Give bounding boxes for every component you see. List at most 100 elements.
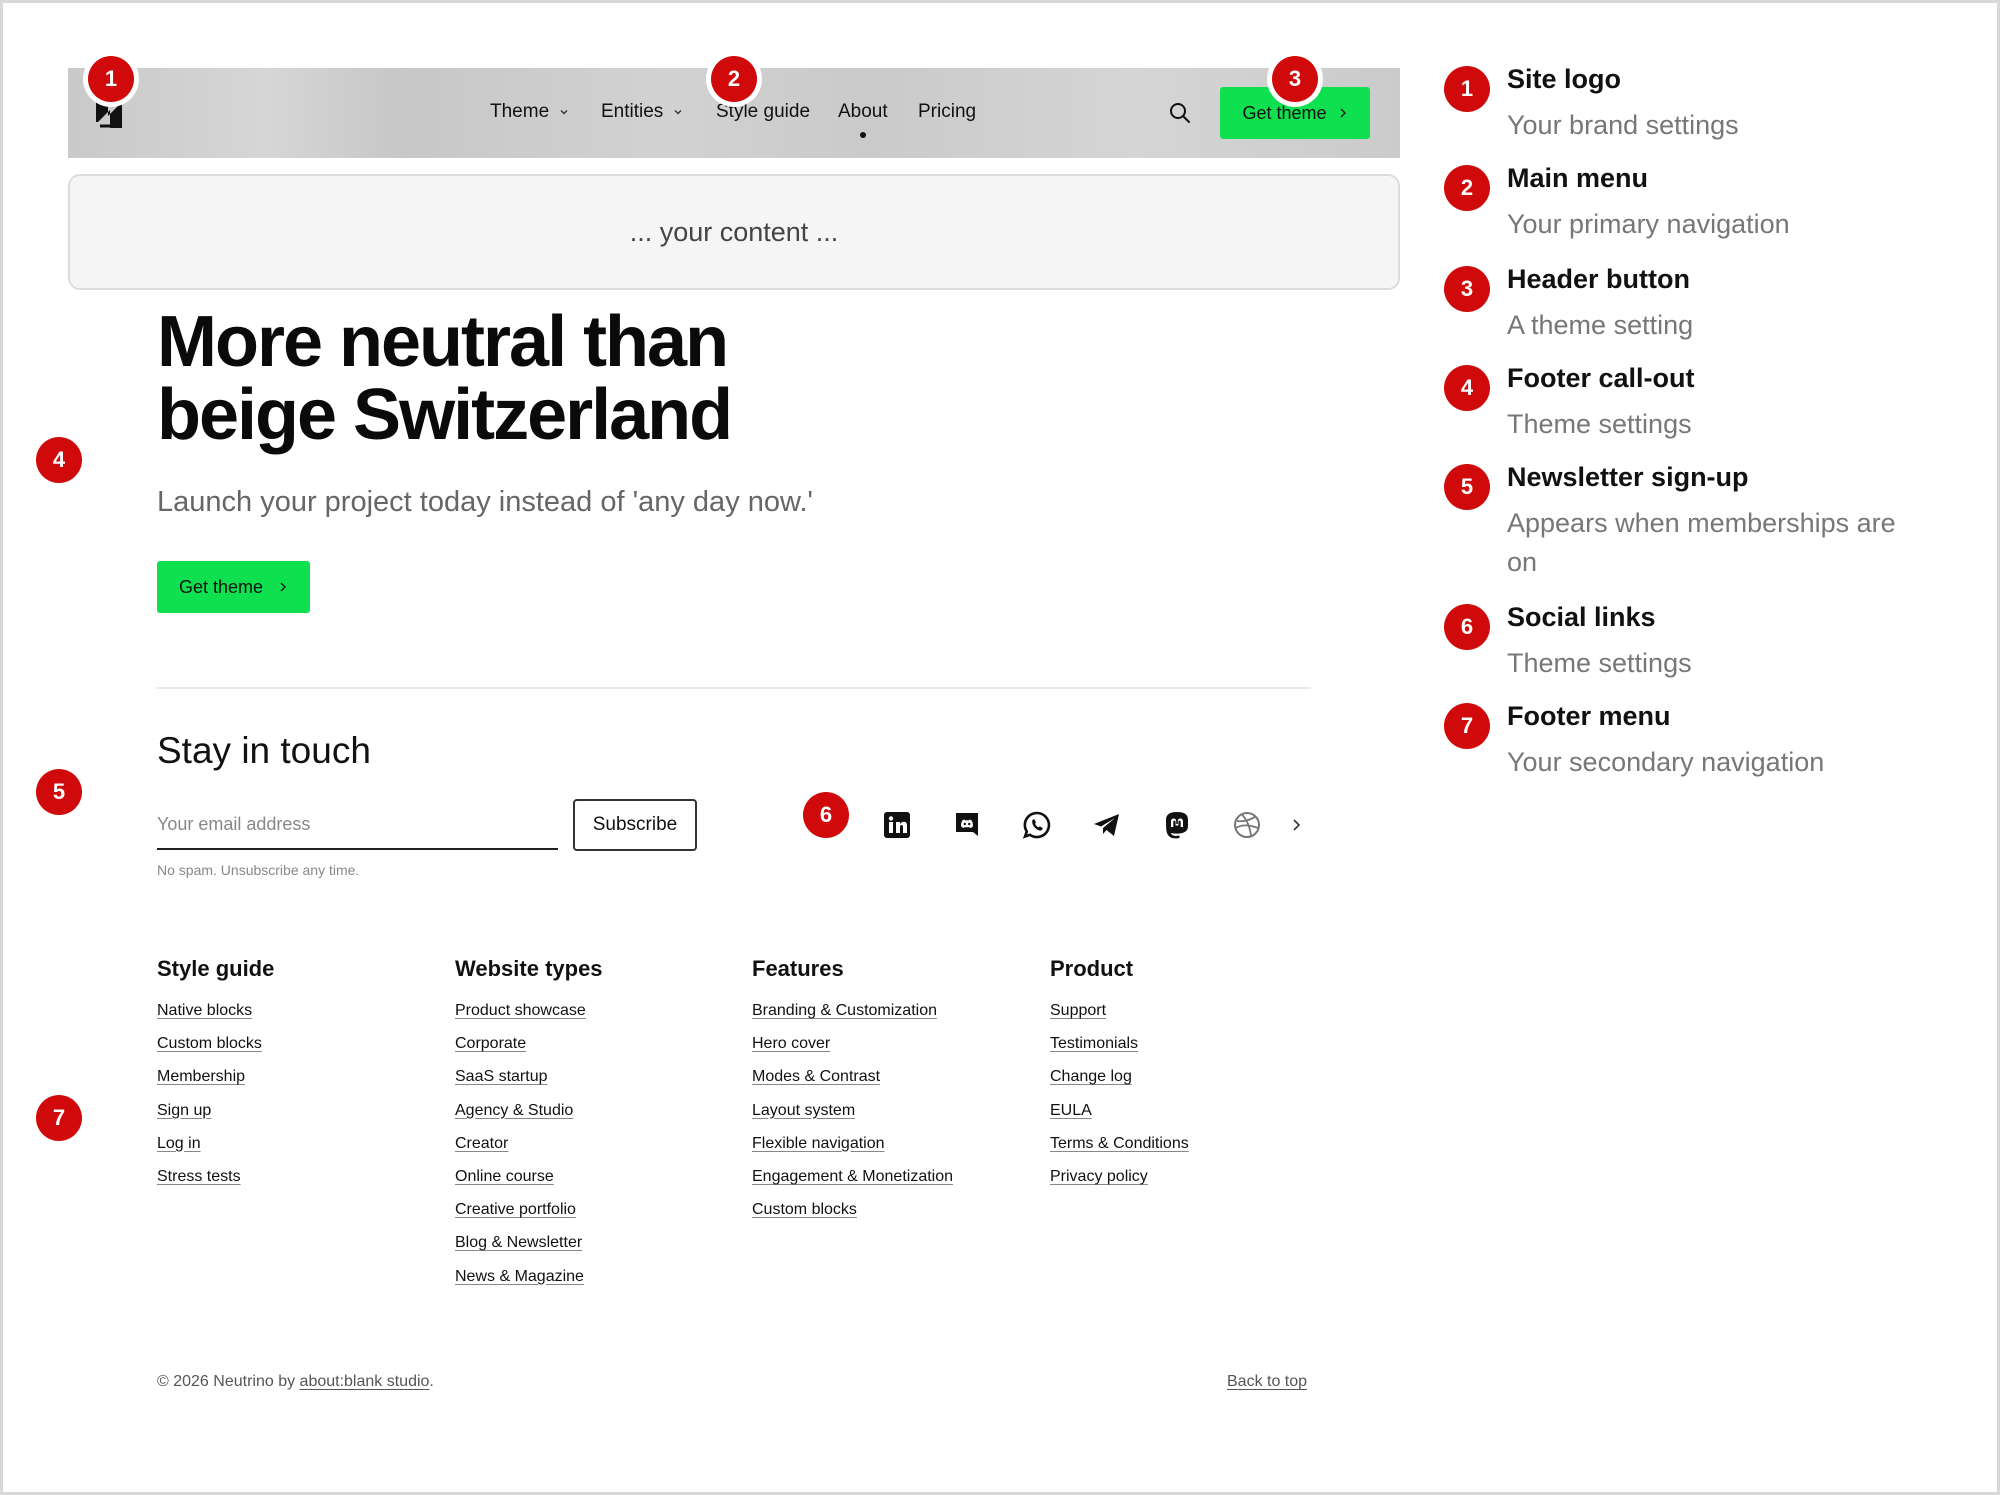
- footer-link[interactable]: News & Magazine: [455, 1260, 603, 1293]
- hero-title: More neutral than beige Switzerland: [157, 302, 733, 455]
- legend-badge: 7: [1444, 703, 1490, 749]
- nav-item-entities[interactable]: Entities: [601, 101, 683, 123]
- dribbble-icon: [1234, 812, 1260, 838]
- legend-description: Your brand settings: [1507, 110, 1739, 140]
- legend-title: Main menu: [1507, 163, 1649, 193]
- footer-link[interactable]: Privacy policy: [1050, 1160, 1189, 1193]
- footer-link[interactable]: Engagement & Monetization: [752, 1160, 953, 1193]
- footer-link[interactable]: Custom blocks: [157, 1027, 274, 1060]
- studio-link[interactable]: about:blank studio: [300, 1373, 430, 1390]
- footer-link[interactable]: Branding & Customization: [752, 994, 953, 1027]
- chevron-down-icon: [560, 110, 568, 115]
- footer-column-title: Style guide: [157, 956, 275, 981]
- footer-link[interactable]: Flexible navigation: [752, 1127, 953, 1160]
- footer-column-title: Features: [752, 956, 844, 981]
- legend-title: Header button: [1507, 264, 1691, 294]
- footer-link[interactable]: Sign up: [157, 1094, 274, 1127]
- footer-link[interactable]: Custom blocks: [752, 1193, 953, 1226]
- linkedin-link[interactable]: [881, 809, 913, 841]
- social-more-button[interactable]: [1290, 809, 1304, 841]
- linkedin-icon: [884, 812, 910, 838]
- footer-link[interactable]: Online course: [455, 1160, 603, 1193]
- legend-badge: 3: [1444, 266, 1490, 312]
- discord-icon: [956, 813, 978, 836]
- footer-link[interactable]: Native blocks: [157, 994, 274, 1027]
- annotation-badge-4: 4: [36, 437, 82, 483]
- footer-column-features: Features Branding & Customization Hero c…: [752, 956, 953, 1226]
- chevron-right-icon: [1293, 819, 1301, 831]
- annotation-badge-2: 2: [711, 56, 757, 102]
- legend-description: Theme settings: [1507, 409, 1692, 439]
- footer-link[interactable]: Hero cover: [752, 1027, 953, 1060]
- hero-subtitle: Launch your project today instead of 'an…: [157, 486, 813, 518]
- legend-badge: 2: [1444, 165, 1490, 211]
- footer-column-style-guide: Style guide Native blocks Custom blocks …: [157, 956, 274, 1193]
- mastodon-icon: [1166, 812, 1188, 839]
- footer-link[interactable]: Agency & Studio: [455, 1094, 603, 1127]
- nav-item-style-guide[interactable]: Style guide: [716, 101, 810, 123]
- newsletter-heading: Stay in touch: [157, 730, 371, 771]
- footer-link[interactable]: Terms & Conditions: [1050, 1127, 1189, 1160]
- active-nav-indicator: [860, 132, 866, 138]
- dribbble-link[interactable]: [1231, 809, 1263, 841]
- annotation-badge-6: 6: [803, 792, 849, 838]
- chevron-right-icon: [280, 582, 287, 592]
- legend-badge: 4: [1444, 365, 1490, 411]
- footer-link[interactable]: Layout system: [752, 1094, 953, 1127]
- footer-link[interactable]: Testimonials: [1050, 1027, 1189, 1060]
- footer-link[interactable]: Change log: [1050, 1060, 1189, 1093]
- nav-item-pricing[interactable]: Pricing: [918, 101, 976, 123]
- legend-description: Appears when memberships are on: [1507, 508, 1896, 577]
- nav-item-about[interactable]: About: [838, 101, 888, 123]
- footer-column-website-types: Website types Product showcase Corporate…: [455, 956, 603, 1293]
- whatsapp-icon: [1022, 811, 1051, 839]
- legend-description: Your secondary navigation: [1507, 747, 1825, 777]
- back-to-top-link[interactable]: Back to top: [1227, 1373, 1307, 1391]
- legend-description: Theme settings: [1507, 648, 1692, 678]
- footer-link[interactable]: Modes & Contrast: [752, 1060, 953, 1093]
- legend-title: Footer call-out: [1507, 363, 1695, 393]
- footer-link[interactable]: SaaS startup: [455, 1060, 603, 1093]
- legend-title: Footer menu: [1507, 701, 1671, 731]
- footer-link[interactable]: Stress tests: [157, 1160, 274, 1193]
- footer-column-title: Website types: [455, 956, 603, 981]
- nav-item-theme[interactable]: Theme: [490, 101, 569, 123]
- search-icon[interactable]: [1168, 101, 1192, 125]
- email-input[interactable]: [157, 800, 558, 850]
- subscribe-button[interactable]: Subscribe: [573, 799, 697, 851]
- footer-link[interactable]: Product showcase: [455, 994, 603, 1027]
- annotation-badge-3: 3: [1272, 56, 1318, 102]
- legend-title: Newsletter sign-up: [1507, 462, 1749, 492]
- chevron-down-icon: [674, 110, 682, 115]
- legend-badge: 1: [1444, 66, 1490, 112]
- legend-title: Social links: [1507, 602, 1656, 632]
- footer-column-product: Product Support Testimonials Change log …: [1050, 956, 1189, 1193]
- whatsapp-link[interactable]: [1021, 809, 1053, 841]
- legend-description: A theme setting: [1507, 310, 1694, 340]
- annotation-badge-1: 1: [88, 56, 134, 102]
- footer-link[interactable]: Creator: [455, 1127, 603, 1160]
- legend-badge: 5: [1444, 464, 1490, 510]
- annotation-badge-7: 7: [36, 1095, 82, 1141]
- hero-get-theme-button[interactable]: Get theme: [157, 561, 310, 613]
- footer-link[interactable]: Support: [1050, 994, 1189, 1027]
- footer-link[interactable]: Creative portfolio: [455, 1193, 603, 1226]
- footer-link[interactable]: Corporate: [455, 1027, 603, 1060]
- chevron-right-icon: [1339, 108, 1346, 118]
- footer-link[interactable]: EULA: [1050, 1094, 1189, 1127]
- footer-link[interactable]: Blog & Newsletter: [455, 1226, 603, 1259]
- mastodon-link[interactable]: [1161, 809, 1193, 841]
- discord-link[interactable]: [951, 809, 983, 841]
- copyright: © 2026 Neutrino by about:blank studio.: [157, 1373, 434, 1390]
- legend-badge: 6: [1444, 604, 1490, 650]
- legend-description: Your primary navigation: [1507, 209, 1790, 239]
- annotation-badge-5: 5: [36, 769, 82, 815]
- telegram-icon: [1094, 814, 1119, 836]
- footer-link[interactable]: Log in: [157, 1127, 274, 1160]
- footer-column-title: Product: [1050, 956, 1134, 981]
- section-divider: [157, 687, 1311, 689]
- newsletter-note: No spam. Unsubscribe any time.: [157, 862, 360, 878]
- telegram-link[interactable]: [1091, 809, 1123, 841]
- legend-title: Site logo: [1507, 64, 1621, 94]
- footer-link[interactable]: Membership: [157, 1060, 274, 1093]
